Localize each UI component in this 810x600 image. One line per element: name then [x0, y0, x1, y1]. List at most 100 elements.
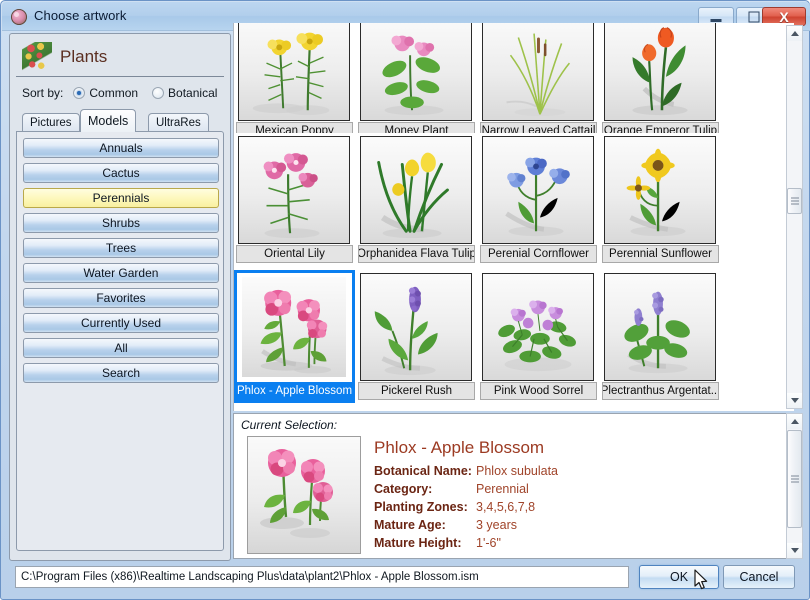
close-icon: X — [779, 8, 789, 25]
category-button-cactus[interactable]: Cactus — [23, 163, 219, 183]
current-selection-label: Current Selection: — [241, 418, 338, 432]
sunflower-art — [626, 148, 686, 237]
grid-item-label: Perenial Cornflower — [480, 245, 597, 263]
grid-item-perennial-sunflower[interactable]: Perennial Sunflower — [600, 133, 721, 270]
grid-scrollbar-thumb[interactable] — [787, 188, 802, 214]
ok-button[interactable]: OK — [639, 565, 719, 589]
category-button-trees[interactable]: Trees — [23, 238, 219, 258]
grid-item-label: Pink Wood Sorrel — [480, 382, 597, 400]
grid-item-mexican-poppy[interactable]: Mexican Poppy — [234, 23, 355, 147]
detail-field-mature-height: Mature Height: 1'-6" — [374, 536, 501, 550]
grid-item-thumbnail — [482, 136, 594, 244]
scroll-up-arrow-icon[interactable] — [787, 414, 802, 429]
grid-item-orange-emperor-tulip[interactable]: Orange Emperor Tulip — [600, 23, 721, 147]
grid-item-money-plant[interactable]: Money Plant — [356, 23, 477, 147]
cancel-button[interactable]: Cancel — [723, 565, 795, 589]
sidebar-header: Plants — [16, 39, 224, 77]
grip-icon — [790, 475, 799, 483]
category-button-label: Annuals — [99, 141, 143, 155]
sidebar-header-title: Plants — [60, 47, 108, 66]
artwork-grid[interactable]: Mexican Poppy Money Plant Narrow Leaved … — [233, 23, 794, 411]
category-button-shrubs[interactable]: Shrubs — [23, 213, 219, 233]
grid-item-thumbnail — [360, 23, 472, 121]
grid-item-label-text: Oriental Lily — [264, 248, 325, 260]
grip-icon — [790, 197, 799, 205]
plants-icon — [22, 42, 52, 74]
grid-item-pickerel-rush[interactable]: Pickerel Rush — [356, 270, 477, 407]
grid-item-thumbnail — [604, 273, 716, 381]
grid-item-phlox-apple-blossom[interactable]: Phlox - Apple Blossom — [234, 270, 355, 407]
detail-field-value: Phlox subulata — [476, 464, 559, 478]
sorrel-art — [498, 300, 576, 372]
grid-item-label-text: Perennial Sunflower — [609, 248, 712, 260]
scroll-down-arrow-icon[interactable] — [787, 393, 802, 408]
poppy-art — [252, 32, 330, 116]
detail-field-category: Category: Perennial — [374, 482, 529, 496]
detail-field-value: Perennial — [476, 482, 529, 496]
category-button-perennials[interactable]: Perennials — [23, 188, 219, 208]
category-button-all[interactable]: All — [23, 338, 219, 358]
category-button-annuals[interactable]: Annuals — [23, 138, 219, 158]
phlox-art — [260, 289, 332, 374]
grid-item-thumbnail — [604, 23, 716, 121]
category-list-panel: Annuals Cactus Perennials Shrubs Trees Water … — [16, 131, 224, 551]
grid-item-label: Orphanidea Flava Tulip — [358, 245, 475, 263]
grid-item-narrow-leaved-cattail[interactable]: Narrow Leaved Cattail — [478, 23, 599, 147]
category-button-label: Search — [101, 366, 141, 380]
category-button-favorites[interactable]: Favorites — [23, 288, 219, 308]
category-button-label: Cactus — [102, 166, 140, 180]
current-selection-panel: Current Selection: Phlox - Apple Blossom… — [233, 413, 791, 559]
cornflower-art — [505, 157, 570, 237]
category-button-water-garden[interactable]: Water Garden — [23, 263, 219, 283]
detail-field-botanical-name: Botanical Name: Phlox subulata — [374, 464, 558, 478]
grid-item-thumbnail — [238, 23, 350, 121]
tab-models[interactable]: Models — [80, 109, 137, 132]
sidebar-panel: Plants Sort by: Common Botanical Picture… — [9, 33, 231, 561]
grid-item-thumbnail — [482, 23, 594, 121]
grid-item-thumbnail — [482, 273, 594, 381]
cattail-art — [506, 33, 571, 117]
grid-item-label-text: Orphanidea Flava Tulip — [358, 248, 475, 260]
grid-item-perenial-cornflower[interactable]: Perenial Cornflower — [478, 133, 599, 270]
detail-field-key: Category: — [374, 482, 433, 496]
category-button-label: All — [114, 341, 128, 355]
tab-ultrares[interactable]: UltraRes — [148, 113, 209, 131]
grid-item-pink-wood-sorrel[interactable]: Pink Wood Sorrel — [478, 270, 599, 407]
grid-item-thumbnail — [360, 273, 472, 381]
category-button-search[interactable]: Search — [23, 363, 219, 383]
lily-art — [263, 153, 320, 239]
detail-field-mature-age: Mature Age: 3 years — [374, 518, 517, 532]
file-path-field[interactable]: C:\Program Files (x86)\Realtime Landscap… — [15, 566, 629, 588]
grid-item-label-text: Plectranthus Argentat... — [602, 385, 719, 397]
grid-item-thumbnail — [604, 136, 716, 244]
window-flower-icon — [11, 9, 27, 25]
tab-pictures-label: Pictures — [30, 116, 72, 129]
grid-item-label: Perennial Sunflower — [602, 245, 719, 263]
grid-item-plectranthus-argentat[interactable]: Plectranthus Argentat... — [600, 270, 721, 407]
category-button-currently-used[interactable]: Currently Used — [23, 313, 219, 333]
sort-by-row: Sort by: Common Botanical — [22, 84, 217, 102]
detail-scrollbar-thumb[interactable] — [787, 430, 802, 528]
selection-title: Phlox - Apple Blossom — [374, 438, 545, 457]
radio-sort-common[interactable]: Common — [73, 86, 138, 100]
category-button-label: Currently Used — [80, 316, 162, 330]
sort-by-label: Sort by: — [22, 86, 64, 100]
money-art — [382, 35, 444, 116]
minimize-icon — [710, 18, 722, 22]
scroll-up-arrow-icon[interactable] — [787, 26, 802, 41]
grid-item-orphanidea-flava-tulip[interactable]: Orphanidea Flava Tulip — [356, 133, 477, 270]
radio-sort-botanical[interactable]: Botanical — [152, 86, 217, 100]
scroll-down-arrow-icon[interactable] — [787, 543, 802, 558]
orangetulip-art — [632, 27, 688, 116]
detail-scrollbar[interactable] — [786, 413, 803, 559]
cancel-button-label: Cancel — [739, 570, 779, 584]
grid-scrollbar[interactable] — [786, 25, 803, 409]
detail-field-planting-zones: Planting Zones: 3,4,5,6,7,8 — [374, 500, 535, 514]
maximize-icon — [748, 11, 760, 22]
category-button-label: Perennials — [92, 191, 150, 205]
tab-pictures[interactable]: Pictures — [22, 113, 80, 131]
detail-field-key: Botanical Name: — [374, 464, 472, 478]
grid-item-oriental-lily[interactable]: Oriental Lily — [234, 133, 355, 270]
radio-label-common: Common — [89, 86, 139, 100]
category-button-label: Water Garden — [83, 266, 159, 280]
